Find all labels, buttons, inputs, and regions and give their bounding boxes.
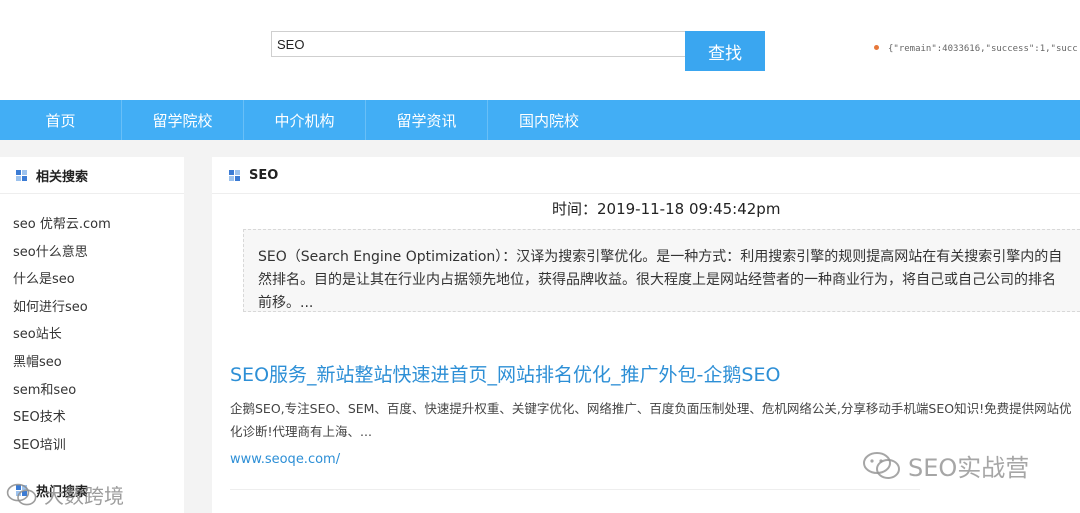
sidebar-header: 相关搜索 [0, 157, 184, 194]
grid-icon [16, 169, 27, 181]
main-header: SEO [212, 157, 1080, 194]
related-search-item[interactable]: seo 优帮云.com [0, 211, 184, 239]
related-search-item[interactable]: 什么是seo [0, 266, 184, 294]
result-title-link[interactable]: SEO服务_新站整站快速进首页_网站排名优化_推广外包-企鹅SEO [230, 360, 780, 387]
nav-item-agencies[interactable]: 中介机构 [244, 100, 366, 140]
nav-item-schools[interactable]: 留学院校 [122, 100, 244, 140]
related-search-list: seo 优帮云.com seo什么意思 什么是seo 如何进行seo seo站长… [0, 194, 184, 459]
related-search-item[interactable]: SEO培训 [0, 432, 184, 460]
watermark-left-text: 大数跨境 [44, 484, 124, 508]
related-search-item[interactable]: sem和seo [0, 377, 184, 405]
search-input[interactable] [271, 31, 686, 57]
sidebar-title: 相关搜索 [36, 169, 89, 185]
related-search-item[interactable]: 黑帽seo [0, 349, 184, 377]
result-url-link[interactable]: www.seoqe.com/ [230, 452, 340, 467]
sidebar: 相关搜索 seo 优帮云.com seo什么意思 什么是seo 如何进行seo … [0, 157, 184, 513]
header: 查找 {"remain":4033616,"success":1,"succ [0, 0, 1080, 100]
watermark-right: SEO实战营 [862, 448, 1029, 483]
wechat-icon [6, 483, 37, 505]
main-nav: 首页 留学院校 中介机构 留学资讯 国内院校 [0, 100, 1080, 140]
main-title: SEO [249, 167, 279, 183]
api-response-text: {"remain":4033616,"success":1,"succ [888, 44, 1078, 54]
summary-box: SEO（Search Engine Optimization）：汉译为搜索引擎优… [243, 229, 1080, 312]
watermark-right-text: SEO实战营 [908, 454, 1030, 482]
search-button[interactable]: 查找 [685, 31, 765, 71]
nav-item-news[interactable]: 留学资讯 [366, 100, 488, 140]
nav-item-domestic[interactable]: 国内院校 [488, 100, 610, 140]
wechat-icon [863, 451, 900, 479]
watermark-left: 大数跨境 [6, 480, 124, 509]
status-dot-icon [874, 45, 879, 50]
result-description: 企鹅SEO,专注SEO、SEM、百度、快速提升权重、关键字优化、网络推广、百度负… [230, 401, 1072, 439]
related-search-item[interactable]: 如何进行seo [0, 294, 184, 322]
related-search-item[interactable]: seo什么意思 [0, 239, 184, 267]
related-search-item[interactable]: seo站长 [0, 321, 184, 349]
summary-text: SEO（Search Engine Optimization）：汉译为搜索引擎优… [258, 249, 1063, 311]
grid-icon [229, 169, 240, 181]
nav-item-home[interactable]: 首页 [0, 100, 122, 140]
timestamp: 时间：2019-11-18 09:45:42pm [552, 200, 781, 218]
related-search-item[interactable]: SEO技术 [0, 404, 184, 432]
divider [230, 489, 920, 490]
